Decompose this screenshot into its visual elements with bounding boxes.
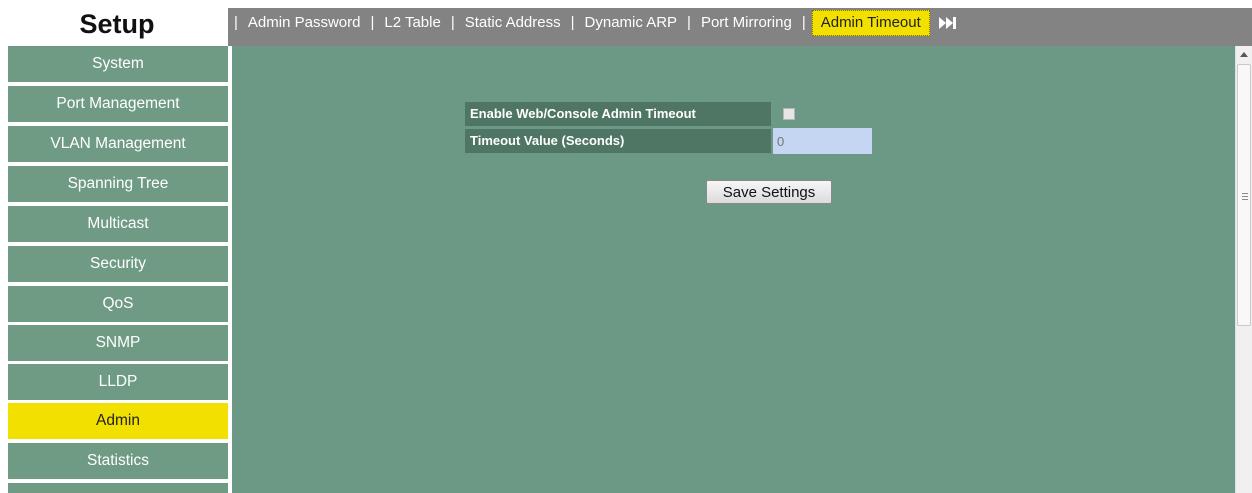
main-content: Enable Web/Console Admin Timeout Timeout… <box>232 46 1235 493</box>
scrollbar-thumb[interactable] <box>1237 64 1251 326</box>
enable-timeout-checkbox[interactable] <box>783 108 795 120</box>
tab-separator: | <box>370 14 375 31</box>
tab-bar: | Admin Password | L2 Table | Static Add… <box>228 8 1252 46</box>
tab-dynamic-arp[interactable]: Dynamic ARP <box>585 10 678 36</box>
app-window: Setup | Admin Password | L2 Table | Stat… <box>0 0 1252 493</box>
timeout-value-cell <box>773 128 872 154</box>
tab-separator: | <box>801 14 806 31</box>
tab-static-address[interactable]: Static Address <box>465 10 561 36</box>
sidebar-item-spanning-tree[interactable]: Spanning Tree <box>8 166 228 202</box>
sidebar-item-security[interactable]: Security <box>8 246 228 282</box>
tab-separator: | <box>570 14 575 31</box>
vertical-scrollbar[interactable] <box>1235 46 1252 493</box>
sidebar-item-partial[interactable] <box>8 483 228 493</box>
sidebar-item-port-management[interactable]: Port Management <box>8 86 228 122</box>
timeout-value-label: Timeout Value (Seconds) <box>465 129 771 153</box>
tab-separator: | <box>687 14 691 31</box>
sidebar-item-statistics[interactable]: Statistics <box>8 443 228 479</box>
scroll-grip-icon <box>1242 193 1248 200</box>
page-title: Setup <box>0 0 228 46</box>
sidebar-item-qos[interactable]: QoS <box>8 286 228 322</box>
sidebar-item-lldp[interactable]: LLDP <box>8 364 228 400</box>
sidebar-item-snmp[interactable]: SNMP <box>8 325 228 361</box>
scroll-up-arrow-icon[interactable] <box>1236 46 1252 63</box>
tab-l2-table[interactable]: L2 Table <box>384 10 440 36</box>
tab-admin-password[interactable]: Admin Password <box>248 10 361 36</box>
tab-separator: | <box>234 14 238 31</box>
sidebar-item-system[interactable]: System <box>8 46 228 82</box>
fast-forward-icon[interactable] <box>938 10 958 36</box>
enable-timeout-cell <box>773 102 872 126</box>
tab-separator: | <box>450 14 455 31</box>
timeout-value-input[interactable] <box>773 128 872 154</box>
sidebar-item-vlan-management[interactable]: VLAN Management <box>8 126 228 162</box>
sidebar: System Port Management VLAN Management S… <box>0 46 232 493</box>
enable-timeout-label: Enable Web/Console Admin Timeout <box>465 102 771 126</box>
save-settings-button[interactable]: Save Settings <box>706 180 832 204</box>
tab-admin-timeout[interactable]: Admin Timeout <box>811 10 930 36</box>
tab-port-mirroring[interactable]: Port Mirroring <box>701 10 792 36</box>
sidebar-item-admin[interactable]: Admin <box>8 403 228 439</box>
sidebar-item-multicast[interactable]: Multicast <box>8 206 228 242</box>
